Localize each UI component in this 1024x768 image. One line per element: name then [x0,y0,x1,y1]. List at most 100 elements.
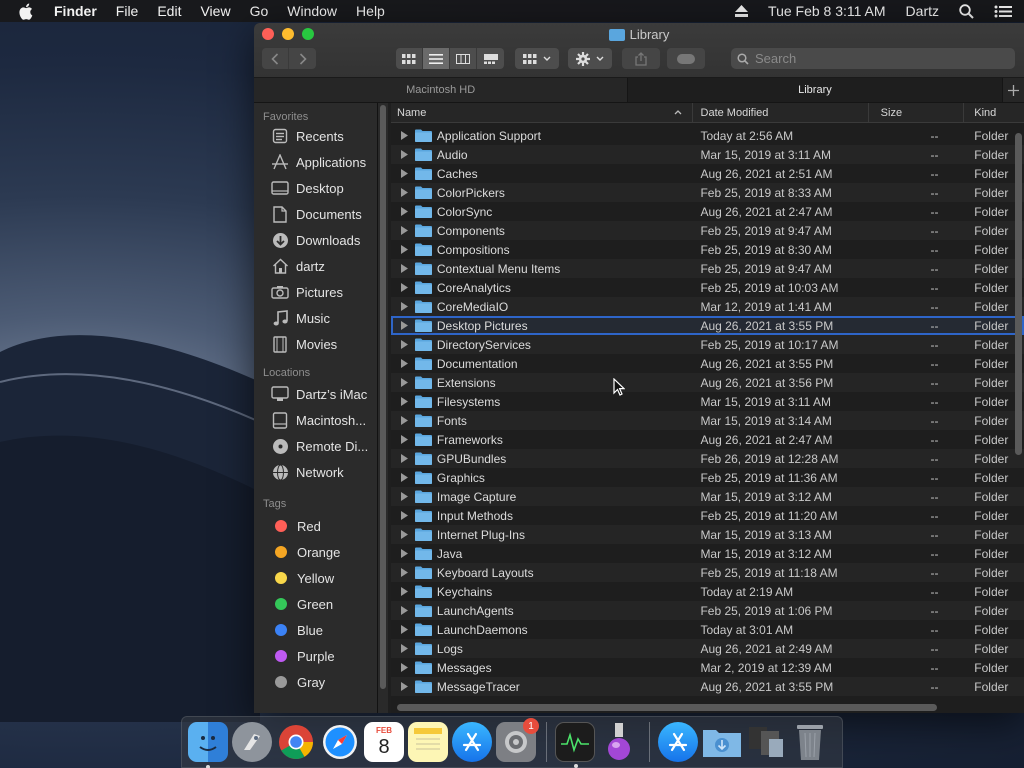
sidebar-item-pictures[interactable]: Pictures [254,279,377,305]
disclosure-triangle-icon[interactable] [391,473,415,482]
file-row[interactable]: Internet Plug-Ins Mar 15, 2019 at 3:13 AM… [391,525,1024,544]
dock-app-store-icon[interactable] [452,722,492,762]
spotlight-search-icon[interactable] [959,3,974,19]
disclosure-triangle-icon[interactable] [391,530,415,539]
sidebar-tag-purple[interactable]: Purple [254,643,377,669]
disclosure-triangle-icon[interactable] [391,378,415,387]
file-row[interactable]: Caches Aug 26, 2021 at 2:51 AM -- Folder [391,164,1024,183]
sidebar-item-macintosh-hd[interactable]: Macintosh... [254,407,377,433]
file-row[interactable]: MessageTracer Aug 26, 2021 at 3:55 PM -- Fo… [391,677,1024,696]
sidebar-item-downloads[interactable]: Downloads [254,227,377,253]
sidebar-tag-green[interactable]: Green [254,591,377,617]
disclosure-triangle-icon[interactable] [391,226,415,235]
menu-view[interactable]: View [200,3,230,19]
file-row[interactable]: Keyboard Layouts Feb 25, 2019 at 11:18 AM… [391,563,1024,582]
sidebar-item-network[interactable]: Network [254,459,377,485]
dock-launchpad-icon[interactable] [232,722,272,762]
sidebar-tag-red[interactable]: Red [254,513,377,539]
disclosure-triangle-icon[interactable] [391,625,415,634]
dock-safari-icon[interactable] [320,722,360,762]
file-row[interactable]: Input Methods Feb 25, 2019 at 11:20 AM -- F… [391,506,1024,525]
file-row[interactable]: Desktop Pictures Aug 26, 2021 at 3:55 PM -… [391,316,1024,335]
file-row[interactable]: Graphics Feb 25, 2019 at 11:36 AM -- Folder [391,468,1024,487]
apple-menu-icon[interactable] [18,3,36,20]
sidebar-scrollbar[interactable] [378,103,388,713]
disclosure-triangle-icon[interactable] [391,131,415,140]
column-header-date[interactable]: Date Modified [693,103,869,123]
forward-button[interactable] [289,48,316,69]
disclosure-triangle-icon[interactable] [391,663,415,672]
disclosure-triangle-icon[interactable] [391,188,415,197]
file-row[interactable]: LaunchDaemons Today at 3:01 AM -- Folder [391,620,1024,639]
file-row[interactable]: ColorPickers Feb 25, 2019 at 8:33 AM -- Fol… [391,183,1024,202]
dock-downloads-folder-icon[interactable] [702,722,742,762]
icon-view-button[interactable] [396,48,423,69]
sidebar-tag-blue[interactable]: Blue [254,617,377,643]
sidebar-tag-orange[interactable]: Orange [254,539,377,565]
file-row[interactable]: ColorSync Aug 26, 2021 at 2:47 AM -- Folder [391,202,1024,221]
sidebar-item-music[interactable]: Music [254,305,377,331]
file-row[interactable]: Components Feb 25, 2019 at 9:47 AM -- Folde… [391,221,1024,240]
file-row[interactable]: Frameworks Aug 26, 2021 at 2:47 AM -- Folde… [391,430,1024,449]
sidebar-scrollbar-thumb[interactable] [380,105,386,689]
dock-notes-icon[interactable] [408,722,448,762]
file-row[interactable]: GPUBundles Feb 26, 2019 at 12:28 AM -- Fold… [391,449,1024,468]
dock-activity-monitor-icon[interactable] [555,722,595,768]
sidebar-item-imac[interactable]: Dartz’s iMac [254,381,377,407]
disclosure-triangle-icon[interactable] [391,606,415,615]
file-row[interactable]: Compositions Feb 25, 2019 at 8:30 AM -- Fol… [391,240,1024,259]
sidebar-item-movies[interactable]: Movies [254,331,377,357]
group-by-button[interactable] [515,48,559,69]
column-header-name[interactable]: Name [391,103,693,123]
disclosure-triangle-icon[interactable] [391,644,415,653]
file-row[interactable]: Audio Mar 15, 2019 at 3:11 AM -- Folder [391,145,1024,164]
menu-go[interactable]: Go [250,3,269,19]
sidebar-tag-yellow[interactable]: Yellow [254,565,377,591]
file-row[interactable]: Application Support Today at 2:56 AM -- Fol… [391,126,1024,145]
file-row[interactable]: Java Mar 15, 2019 at 3:12 AM -- Folder [391,544,1024,563]
sidebar-item-recents[interactable]: Recents [254,123,377,149]
file-list-horizontal-scrollbar[interactable] [397,704,937,711]
column-view-button[interactable] [450,48,477,69]
back-button[interactable] [262,48,289,69]
column-header-kind[interactable]: Kind [964,103,1024,123]
sidebar-tag-gray[interactable]: Gray [254,669,377,695]
tab-macintosh-hd[interactable]: Macintosh HD [254,78,629,102]
file-row[interactable]: DirectoryServices Feb 25, 2019 at 10:17 A… [391,335,1024,354]
sidebar-item-applications[interactable]: Applications [254,149,377,175]
disclosure-triangle-icon[interactable] [391,359,415,368]
sidebar-item-desktop[interactable]: Desktop [254,175,377,201]
dock-finder-icon[interactable] [188,722,228,768]
disclosure-triangle-icon[interactable] [391,150,415,159]
file-row[interactable]: Keychains Today at 2:19 AM -- Folder [391,582,1024,601]
disclosure-triangle-icon[interactable] [391,283,415,292]
gallery-view-button[interactable] [477,48,504,69]
menu-user[interactable]: Dartz [906,3,939,19]
dock-chrome-icon[interactable] [276,722,316,762]
share-button[interactable] [622,48,660,69]
disclosure-triangle-icon[interactable] [391,302,415,311]
disclosure-triangle-icon[interactable] [391,549,415,558]
column-header-size[interactable]: Size [869,103,965,123]
disclosure-triangle-icon[interactable] [391,511,415,520]
disclosure-triangle-icon[interactable] [391,207,415,216]
disclosure-triangle-icon[interactable] [391,245,415,254]
list-view-button[interactable] [423,48,450,69]
dock-documents-stack-icon[interactable] [746,722,786,762]
dock-calendar-icon[interactable]: FEB 8 [364,722,404,762]
dock-trash-icon[interactable] [790,722,830,762]
file-row[interactable]: Messages Mar 2, 2019 at 12:39 AM -- Folder [391,658,1024,677]
menu-edit[interactable]: Edit [157,3,181,19]
menu-clock[interactable]: Tue Feb 8 3:11 AM [768,3,886,19]
file-row[interactable]: Fonts Mar 15, 2019 at 3:14 AM -- Folder [391,411,1024,430]
search-field[interactable] [731,48,1015,69]
sidebar-item-documents[interactable]: Documents [254,201,377,227]
menu-app-finder[interactable]: Finder [54,3,97,19]
tab-library[interactable]: Library [628,78,1003,102]
file-row[interactable]: LaunchAgents Feb 25, 2019 at 1:06 PM -- Fol… [391,601,1024,620]
disclosure-triangle-icon[interactable] [391,264,415,273]
menu-window[interactable]: Window [287,3,337,19]
file-row[interactable]: CoreAnalytics Feb 25, 2019 at 10:03 AM -- F… [391,278,1024,297]
file-row[interactable]: Logs Aug 26, 2021 at 2:49 AM -- Folder [391,639,1024,658]
disclosure-triangle-icon[interactable] [391,435,415,444]
